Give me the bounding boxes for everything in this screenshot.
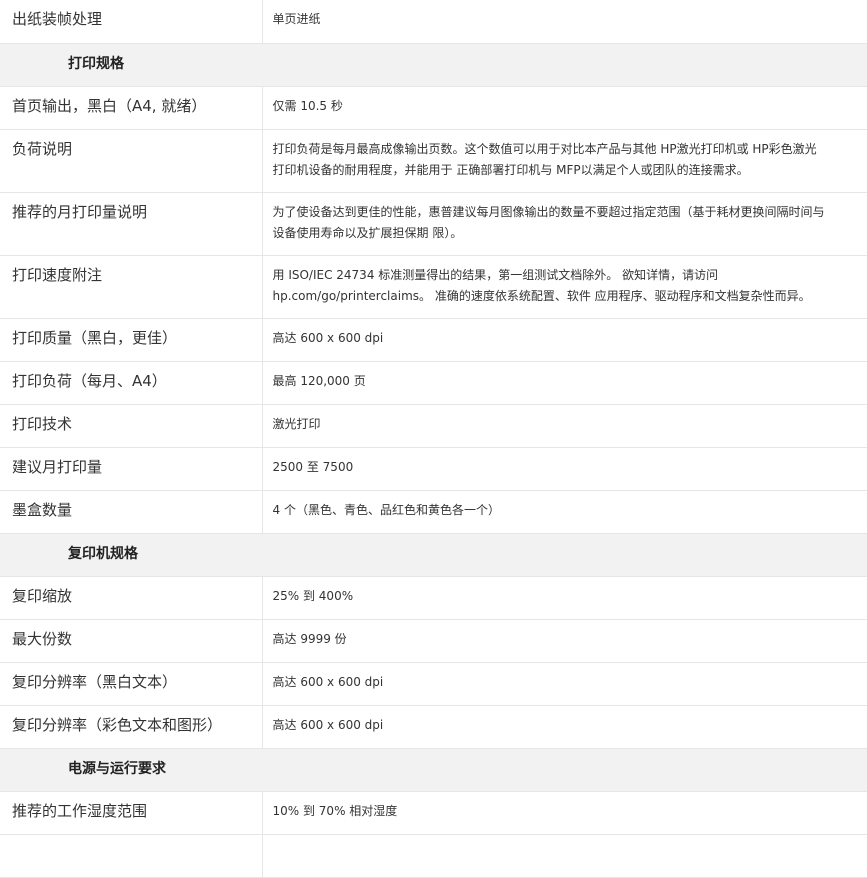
spec-row: 推荐的工作湿度范围 10% 到 70% 相对湿度 [0,791,867,835]
spec-value: 高达 600 x 600 dpi [262,705,867,749]
spec-label: 复印分辨率（彩色文本和图形） [0,705,263,749]
spec-value: 10% 到 70% 相对湿度 [262,791,867,835]
section-header: 电源与运行要求 [0,748,867,792]
spec-row: 最大份数 高达 9999 份 [0,619,867,663]
spec-label: 打印质量（黑白，更佳） [0,318,263,362]
section-header: 复印机规格 [0,533,867,577]
spec-value: 高达 600 x 600 dpi [262,662,867,706]
section-title: 打印规格 [0,43,867,87]
spec-row: 负荷说明 打印负荷是每月最高成像输出页数。这个数值可以用于对比本产品与其他 HP激… [0,129,867,193]
spec-label: 墨盒数量 [0,490,263,534]
spec-value: 高达 600 x 600 dpi [262,318,867,362]
spec-row: 打印负荷（每月、A4） 最高 120,000 页 [0,361,867,405]
spec-label: 首页输出，黑白（A4, 就绪） [0,86,263,130]
spec-value: 激光打印 [262,404,867,448]
spec-value: 用 ISO/IEC 24734 标准测量得出的结果，第一组测试文档除外。 欲知详… [262,255,867,319]
spec-row: 打印质量（黑白，更佳） 高达 600 x 600 dpi [0,318,867,362]
spec-value: 4 个（黑色、青色、品红色和黄色各一个） [262,490,867,534]
spec-table: 出纸装帧处理 单页进纸 打印规格 首页输出，黑白（A4, 就绪） 仅需 10.5 秒负荷… [0,0,867,878]
spec-row: 复印分辨率（彩色文本和图形） 高达 600 x 600 dpi [0,705,867,749]
spec-label: 打印负荷（每月、A4） [0,361,263,405]
spec-row: 推荐的月打印量说明 为了使设备达到更佳的性能，惠普建议每月图像输出的数量不要超过指… [0,192,867,256]
spec-row: 打印技术 激光打印 [0,404,867,448]
spec-label: 负荷说明 [0,129,263,193]
spec-label [0,834,263,878]
spec-row [0,834,867,878]
spec-value: 仅需 10.5 秒 [262,86,867,130]
spec-label: 推荐的工作湿度范围 [0,791,263,835]
spec-label: 打印速度附注 [0,255,263,319]
spec-value: 单页进纸 [262,0,867,44]
spec-value: 最高 120,000 页 [262,361,867,405]
spec-label: 打印技术 [0,404,263,448]
spec-label: 复印分辨率（黑白文本） [0,662,263,706]
spec-value: 打印负荷是每月最高成像输出页数。这个数值可以用于对比本产品与其他 HP激光打印机… [262,129,867,193]
spec-label: 最大份数 [0,619,263,663]
section-title: 复印机规格 [0,533,867,577]
spec-value: 2500 至 7500 [262,447,867,491]
spec-row: 复印缩放 25% 到 400% [0,576,867,620]
spec-value: 25% 到 400% [262,576,867,620]
section-title: 电源与运行要求 [0,748,867,792]
spec-table-body: 出纸装帧处理 单页进纸 打印规格 首页输出，黑白（A4, 就绪） 仅需 10.5 秒负荷… [0,0,867,878]
spec-value: 高达 9999 份 [262,619,867,663]
spec-label: 建议月打印量 [0,447,263,491]
spec-value [262,834,867,878]
spec-row: 打印速度附注用 ISO/IEC 24734 标准测量得出的结果，第一组测试文档除… [0,255,867,319]
spec-row: 首页输出，黑白（A4, 就绪） 仅需 10.5 秒 [0,86,867,130]
spec-row: 复印分辨率（黑白文本） 高达 600 x 600 dpi [0,662,867,706]
spec-row: 墨盒数量 4 个（黑色、青色、品红色和黄色各一个） [0,490,867,534]
spec-value: 为了使设备达到更佳的性能，惠普建议每月图像输出的数量不要超过指定范围（基于耗材更… [262,192,867,256]
spec-label: 复印缩放 [0,576,263,620]
spec-row: 建议月打印量 2500 至 7500 [0,447,867,491]
spec-label: 推荐的月打印量说明 [0,192,263,256]
spec-row: 出纸装帧处理 单页进纸 [0,0,867,44]
section-header: 打印规格 [0,43,867,87]
spec-label: 出纸装帧处理 [0,0,263,44]
